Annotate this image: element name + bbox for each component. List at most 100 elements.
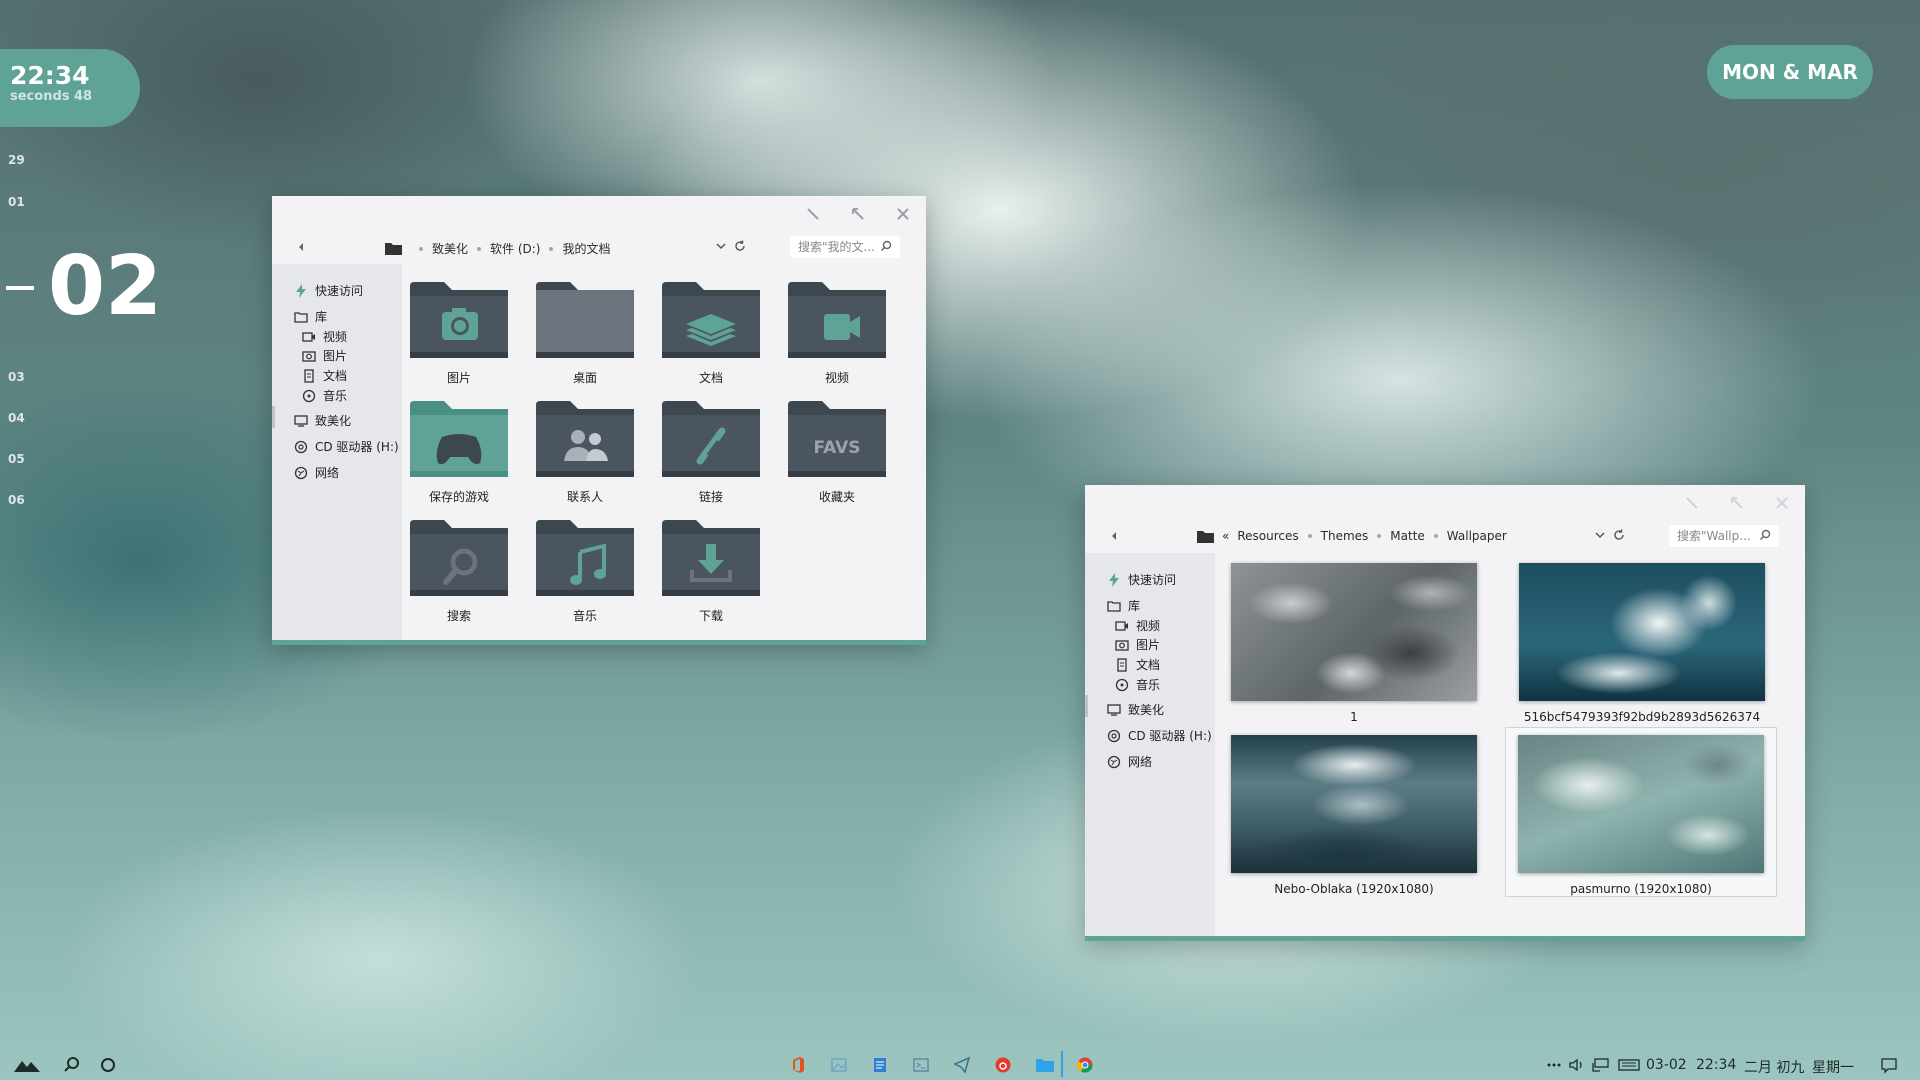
maximize-button[interactable] xyxy=(849,205,867,223)
notification-center-button[interactable] xyxy=(1880,1056,1898,1074)
video-icon xyxy=(1115,620,1128,631)
back-arrow-icon xyxy=(299,243,303,251)
nav-this-pc[interactable]: 致美化 xyxy=(1107,701,1164,718)
folder-documents[interactable]: 文档 xyxy=(656,282,766,386)
title-bar[interactable] xyxy=(272,196,926,230)
netease-music-icon xyxy=(995,1057,1011,1073)
search-icon xyxy=(410,520,508,596)
tray-date[interactable]: 03-02 xyxy=(1646,1057,1687,1073)
folder-saved-games[interactable]: 保存的游戏 xyxy=(404,401,514,505)
folder-desktop[interactable]: 桌面 xyxy=(530,282,640,386)
keyboard-button[interactable] xyxy=(1618,1056,1640,1074)
breadcrumb-item[interactable]: 我的文档 xyxy=(562,240,610,257)
taskbar: 03-02 22:34 二月 初九 星期一 xyxy=(0,1048,1920,1080)
nav-quick-access[interactable]: 快速访问 xyxy=(1107,571,1176,588)
file-thumbnail[interactable]: 516bcf5479393f92bd9b2893d5626374 xyxy=(1512,563,1772,724)
folder-downloads[interactable]: 下载 xyxy=(656,520,766,624)
folder-label: 文档 xyxy=(698,371,723,385)
nav-video[interactable]: 视频 xyxy=(302,328,347,345)
nav-music[interactable]: 音乐 xyxy=(1115,676,1160,693)
nav-pictures[interactable]: 图片 xyxy=(1115,636,1160,653)
nav-network[interactable]: 网络 xyxy=(1107,753,1152,770)
search-button[interactable] xyxy=(63,1056,81,1074)
nav-library[interactable]: 库 xyxy=(294,308,327,325)
network-button[interactable] xyxy=(1592,1056,1610,1074)
maximize-button[interactable] xyxy=(1728,494,1746,512)
refresh-icon[interactable] xyxy=(1613,529,1625,541)
breadcrumb-item[interactable]: Themes xyxy=(1321,529,1369,543)
back-button[interactable] xyxy=(296,241,306,253)
app-office[interactable] xyxy=(789,1056,807,1074)
title-bar[interactable] xyxy=(1085,485,1805,519)
folder-pictures[interactable]: 图片 xyxy=(404,282,514,386)
file-thumbnail[interactable]: 1 xyxy=(1224,563,1484,724)
file-thumbnail[interactable]: Nebo-Oblaka (1920x1080) xyxy=(1224,735,1484,896)
app-notepad[interactable] xyxy=(871,1056,889,1074)
link-icon xyxy=(662,401,760,477)
nav-docs[interactable]: 文档 xyxy=(302,367,347,384)
breadcrumb-item[interactable]: Resources xyxy=(1237,529,1298,543)
maximize-icon xyxy=(1731,497,1743,509)
folder-music[interactable]: 音乐 xyxy=(530,520,640,624)
app-photos[interactable] xyxy=(830,1056,848,1074)
start-button[interactable] xyxy=(14,1056,40,1074)
folder-favorites[interactable]: FAVS 收藏夹 xyxy=(782,401,892,505)
music-icon xyxy=(536,520,634,596)
close-button[interactable] xyxy=(894,205,912,223)
app-chrome[interactable] xyxy=(1076,1056,1094,1074)
chevron-down-icon[interactable] xyxy=(1595,530,1605,540)
refresh-icon[interactable] xyxy=(734,240,746,252)
minimize-button[interactable] xyxy=(1683,494,1701,512)
tray-time[interactable]: 22:34 xyxy=(1696,1057,1736,1073)
folder-videos[interactable]: 视频 xyxy=(782,282,892,386)
folder-links[interactable]: 链接 xyxy=(656,401,766,505)
minimize-icon xyxy=(807,208,819,220)
search-input[interactable]: 搜索"Wallp... xyxy=(1669,525,1779,547)
nav-video[interactable]: 视频 xyxy=(1115,617,1160,634)
minimize-button[interactable] xyxy=(804,205,822,223)
globe-icon xyxy=(1107,755,1121,768)
wallpaper-thumbnail-nebo-oblaka xyxy=(1231,735,1477,873)
app-netease-music[interactable] xyxy=(994,1056,1012,1074)
back-button[interactable] xyxy=(1109,530,1119,542)
search-placeholder: 搜索"Wallp... xyxy=(1677,529,1751,543)
lightning-icon xyxy=(296,283,306,298)
tray-overflow-button[interactable] xyxy=(1546,1056,1562,1074)
breadcrumb-overflow[interactable]: « xyxy=(1222,529,1229,543)
nav-network[interactable]: 网络 xyxy=(294,464,339,481)
nav-pictures[interactable]: 图片 xyxy=(302,347,347,364)
nav-music[interactable]: 音乐 xyxy=(302,387,347,404)
favs-badge: FAVS xyxy=(813,438,860,458)
tray-lunar-date[interactable]: 二月 初九 xyxy=(1744,1057,1804,1077)
app-file-explorer[interactable] xyxy=(1035,1056,1055,1074)
nav-docs[interactable]: 文档 xyxy=(1115,656,1160,673)
breadcrumb-item[interactable]: Wallpaper xyxy=(1447,529,1507,543)
video-icon xyxy=(302,331,315,342)
app-terminal[interactable] xyxy=(912,1056,930,1074)
file-thumbnail-selected[interactable]: pasmurno (1920x1080) xyxy=(1505,727,1777,897)
folder-contacts[interactable]: 联系人 xyxy=(530,401,640,505)
breadcrumb-item[interactable]: 软件 (D:) xyxy=(490,240,540,257)
circle-icon xyxy=(101,1058,115,1072)
nav-cd-drive[interactable]: CD 驱动器 (H:) xyxy=(1107,727,1212,744)
more-dots-icon xyxy=(1547,1063,1561,1067)
breadcrumb-item[interactable]: Matte xyxy=(1390,529,1425,543)
nav-this-pc[interactable]: 致美化 xyxy=(294,412,351,429)
folder-searches[interactable]: 搜索 xyxy=(404,520,514,624)
date-after-1: 03 xyxy=(8,370,25,384)
breadcrumb-item[interactable]: 致美化 xyxy=(432,240,468,257)
volume-button[interactable] xyxy=(1568,1056,1586,1074)
close-button[interactable] xyxy=(1773,494,1791,512)
nav-label: 视频 xyxy=(1136,619,1161,633)
wallpaper-thumbnail-cloud-burst xyxy=(1519,563,1765,701)
file-view: 图片 桌面 文档 视频 保存的游戏 联系人 链接 FAVS 收藏夹 搜索 音乐 … xyxy=(402,264,926,640)
tray-weekday[interactable]: 星期一 xyxy=(1812,1057,1854,1077)
app-telegram[interactable] xyxy=(953,1056,971,1074)
cortana-button[interactable] xyxy=(99,1056,117,1074)
nav-cd-drive[interactable]: CD 驱动器 (H:) xyxy=(294,438,399,455)
search-input[interactable]: 搜索"我的文... xyxy=(790,236,900,258)
folder-icon xyxy=(1197,530,1214,543)
nav-quick-access[interactable]: 快速访问 xyxy=(294,282,363,299)
nav-library[interactable]: 库 xyxy=(1107,597,1140,614)
chevron-down-icon[interactable] xyxy=(716,241,726,251)
